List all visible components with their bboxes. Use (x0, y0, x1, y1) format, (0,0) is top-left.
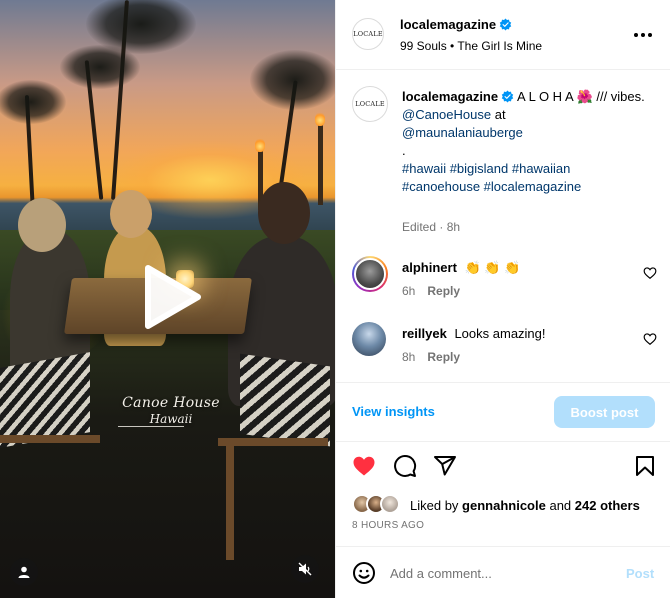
verified-badge-icon (501, 90, 514, 103)
hashtags-line-2[interactable]: #canoehouse #localemagazine (402, 179, 581, 194)
author-avatar[interactable]: LOCALE (352, 18, 384, 50)
striped-chair (240, 353, 330, 447)
comment-item: alphinert 👏 👏 👏 6h Reply (336, 254, 670, 306)
post-details-panel: LOCALE localemagazine 99 Souls • The Gir… (335, 0, 670, 598)
chair-frame (0, 435, 100, 443)
caption-aloha: A L O H A (517, 89, 573, 104)
like-comment-heart-icon[interactable] (643, 332, 657, 346)
caption-at-word: at (494, 107, 506, 122)
caption-username[interactable]: localemagazine (402, 89, 498, 104)
commenter-avatar[interactable] (352, 322, 386, 356)
likes-prefix: Liked by (410, 498, 459, 513)
avatar-logo-text: LOCALE (353, 30, 383, 38)
comment-icon[interactable] (393, 454, 417, 478)
audio-track[interactable]: 99 Souls • The Girl Is Mine (400, 39, 542, 53)
avatar-logo-text: LOCALE (355, 100, 385, 108)
comment-reply-button[interactable]: Reply (427, 284, 460, 298)
guest-head (18, 198, 66, 252)
mute-toggle-button[interactable] (291, 555, 319, 583)
emoji-icon[interactable] (352, 561, 376, 585)
post-actions (336, 442, 670, 490)
add-comment-bar: Post (336, 546, 670, 598)
hashtags-line-1[interactable]: #hawaii #bigisland #hawaiian (402, 161, 570, 176)
mention-maunalaniauberge[interactable]: @maunalaniauberge (402, 125, 523, 140)
comment-time: 6h (402, 284, 416, 298)
comments-scroll-area[interactable]: LOCALE localemagazine A L O H A 🌺 /// vi… (336, 70, 670, 382)
guest-head (110, 190, 152, 238)
comment-text: Looks amazing! (454, 326, 546, 341)
comment-item: reillyek Looks amazing! 8h Reply (336, 320, 670, 372)
palm-tree-fronds (250, 50, 335, 110)
palm-tree-fronds (0, 80, 66, 124)
post-header: LOCALE localemagazine 99 Souls • The Gir… (336, 0, 670, 70)
like-comment-heart-icon[interactable] (643, 266, 657, 280)
post-timestamp: 8 HOURS AGO (352, 520, 425, 531)
comment-text: 👏 👏 👏 (464, 260, 521, 275)
palm-tree-fronds (60, 45, 140, 89)
likes-connector: and (549, 498, 572, 513)
liker-avatar[interactable] (380, 494, 400, 514)
tiki-torch (318, 125, 323, 205)
boost-post-button[interactable]: Boost post (554, 396, 655, 428)
caption-author-avatar[interactable]: LOCALE (352, 86, 388, 122)
post-video[interactable]: Canoe House Hawaii (0, 0, 335, 598)
mention-canoehouse[interactable]: @CanoeHouse (402, 107, 491, 122)
video-overlay-title: Canoe House (122, 395, 220, 411)
author-username[interactable]: localemagazine (400, 17, 496, 32)
hibiscus-emoji: 🌺 (576, 89, 593, 104)
chair-frame (218, 438, 328, 446)
likes-others-count[interactable]: 242 others (575, 498, 640, 513)
comment-meta: 6h Reply (402, 284, 460, 298)
likes-summary: Liked by gennahnicole and 242 others (352, 494, 662, 518)
striped-chair (0, 352, 90, 448)
post-comment-button[interactable]: Post (626, 566, 654, 581)
play-icon (145, 265, 201, 329)
user-tag-icon (18, 566, 30, 578)
overlay-divider (118, 426, 184, 427)
view-insights-link[interactable]: View insights (352, 404, 435, 419)
commenter-avatar (354, 258, 386, 290)
share-icon[interactable] (433, 454, 457, 478)
caption-edited-time: Edited · 8h (402, 220, 461, 234)
torch-flame (255, 138, 265, 152)
commenter-avatar-story-ring[interactable] (352, 256, 388, 292)
comment-body: reillyek Looks amazing! (402, 326, 632, 341)
speaker-muted-icon (298, 562, 312, 576)
caption-dot: . (402, 143, 406, 158)
comment-username[interactable]: reillyek (402, 326, 447, 341)
chair-leg (226, 440, 234, 560)
caption-text: localemagazine A L O H A 🌺 /// vibes. @C… (402, 88, 652, 196)
torch-flame (315, 112, 325, 126)
video-overlay-subtitle: Hawaii (149, 412, 193, 426)
bookmark-icon[interactable] (633, 454, 657, 478)
likes-text: Liked by gennahnicole and 242 others (410, 498, 640, 513)
author-line: localemagazine (400, 17, 512, 32)
liker-username[interactable]: gennahnicole (462, 498, 546, 513)
guest-head (258, 182, 310, 244)
comment-meta: 8h Reply (402, 350, 460, 364)
more-options-icon[interactable] (633, 25, 653, 45)
heart-filled-icon[interactable] (352, 454, 376, 478)
comment-time: 8h (402, 350, 416, 364)
tagged-users-button[interactable] (10, 558, 38, 586)
insights-bar: View insights Boost post (336, 382, 670, 442)
comment-reply-button[interactable]: Reply (427, 350, 460, 364)
play-button[interactable] (138, 264, 204, 330)
verified-badge-icon (499, 18, 512, 31)
comment-username[interactable]: alphinert (402, 260, 457, 275)
comment-body: alphinert 👏 👏 👏 (402, 260, 632, 276)
caption-vibes: /// vibes. (596, 89, 645, 104)
comment-input[interactable] (390, 559, 610, 587)
